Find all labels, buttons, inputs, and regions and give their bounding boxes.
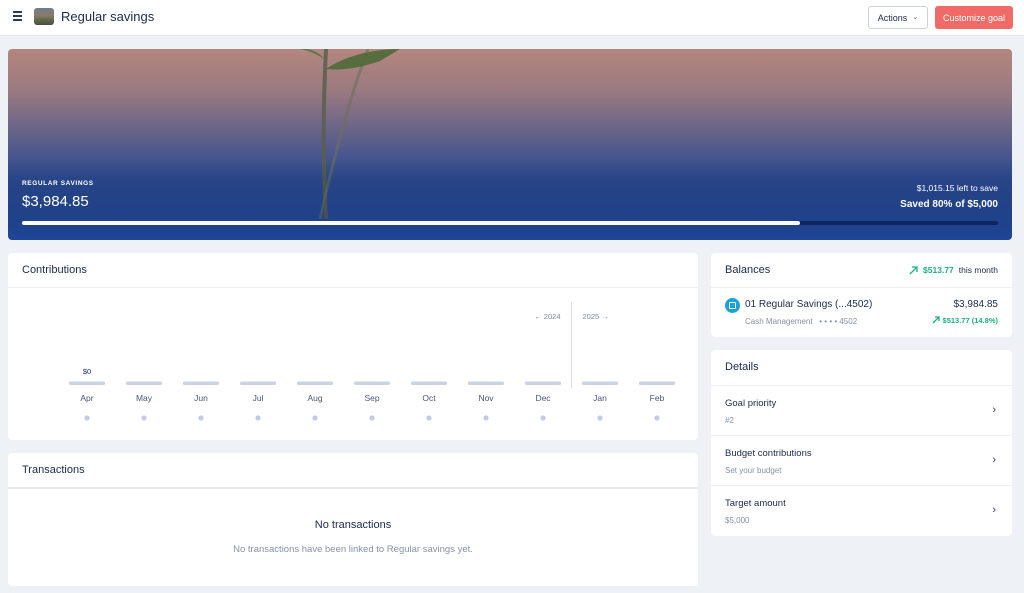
chevron-right-icon: › [992, 504, 996, 516]
goal-hero-banner: REGULAR SAVINGS $3,984.85 $1,015.15 left… [8, 49, 1012, 240]
contributions-chart: ← 2024 2025 → Apr May Jun Jul Aug Sep Oct Nov Dec J… [69, 302, 675, 421]
contribution-bar [468, 381, 504, 385]
contribution-bar [183, 381, 219, 385]
month-label: Oct [422, 393, 436, 403]
plant-background-image [8, 49, 1012, 240]
contribution-bar [525, 381, 561, 385]
monthly-change-amount: $513.77 [923, 265, 954, 275]
contribution-bar [240, 381, 276, 385]
contribution-bar [354, 381, 390, 385]
month-label: Sep [364, 393, 379, 403]
hero-left-to-save: $1,015.15 left to save [916, 183, 998, 193]
empty-state-title: No transactions [314, 519, 392, 531]
trend-up-icon [909, 265, 918, 274]
contribution-bar [69, 381, 105, 385]
transactions-card: Transactions No transactions No transact… [8, 453, 698, 586]
transactions-title: Transactions [22, 464, 85, 476]
divider [711, 287, 1012, 288]
account-subtitle: Cash Management • • • • 4502 [745, 317, 857, 326]
account-type: Cash Management [745, 317, 813, 326]
month-dot [198, 415, 204, 421]
customize-goal-button[interactable]: Customize goal [935, 6, 1013, 29]
contribution-bar [411, 381, 447, 385]
detail-label: Budget contributions [725, 448, 812, 459]
month-dot [426, 415, 432, 421]
bar-value-label: $0 [83, 367, 91, 376]
details-card: Details Goal priority #2 › Budget contri… [711, 350, 1012, 536]
goal-progress-bar [22, 221, 998, 225]
trend-up-icon [932, 316, 940, 324]
balances-title: Balances [725, 264, 771, 276]
month-label: Feb [650, 393, 665, 403]
actions-button[interactable]: Actions ⌄ [868, 6, 928, 29]
month-dot [654, 415, 660, 421]
month-label: May [136, 393, 153, 403]
chevron-right-icon: › [992, 404, 996, 416]
actions-label: Actions [877, 12, 908, 23]
month-dot [255, 415, 261, 421]
balances-card: Balances $513.77 this month 01 Regular S… [711, 253, 1012, 337]
hero-goal-label: REGULAR SAVINGS [22, 180, 94, 187]
contribution-bar [639, 381, 675, 385]
detail-value: Set your budget [725, 466, 782, 475]
details-title: Details [725, 361, 759, 373]
contribution-bar [297, 381, 333, 385]
goal-thumbnail [34, 8, 54, 25]
month-label: Nov [478, 393, 494, 403]
month-label: Jan [593, 393, 607, 403]
top-bar: Regular savings Actions ⌄ Customize goal [0, 0, 1024, 36]
goal-progress-fill [22, 221, 800, 225]
page-title: Regular savings [61, 9, 155, 24]
account-change-value: $513.77 (14.8%) [942, 316, 998, 325]
month-dot [483, 415, 489, 421]
empty-state-message: No transactions have been linked to Regu… [233, 544, 473, 555]
month-label: Jun [194, 393, 208, 403]
month-dot [597, 415, 603, 421]
contributions-card: Contributions ← 2024 2025 → Apr May Jun Jul Au… [8, 253, 698, 440]
hero-saved-percent: Saved 80% of $5,000 [900, 199, 998, 210]
month-dot [141, 415, 147, 421]
monthly-change: $513.77 this month [909, 265, 998, 275]
account-mask: • • • • 4502 [819, 317, 858, 326]
account-change: $513.77 (14.8%) [932, 316, 998, 325]
account-name[interactable]: 01 Regular Savings (...4502) [745, 299, 872, 310]
account-balance: $3,984.85 [953, 299, 999, 310]
year-label-previous: ← 2024 [534, 312, 560, 321]
month-label: Dec [535, 393, 551, 403]
detail-value: $5,000 [725, 516, 750, 525]
hero-saved-amount: $3,984.85 [22, 193, 89, 210]
month-label: Apr [80, 393, 93, 403]
detail-label: Target amount [725, 498, 786, 509]
hamburger-menu-icon[interactable] [13, 11, 23, 23]
chevron-right-icon: › [992, 454, 996, 466]
bank-account-icon [725, 298, 740, 313]
month-dot [84, 415, 90, 421]
monthly-change-label: this month [958, 265, 998, 275]
month-dot [540, 415, 546, 421]
month-label: Aug [307, 393, 322, 403]
year-label-next: 2025 → [583, 312, 609, 321]
month-label: Jul [253, 393, 264, 403]
month-dot [312, 415, 318, 421]
contribution-bar [126, 381, 162, 385]
detail-label: Goal priority [725, 398, 777, 409]
contributions-title: Contributions [22, 264, 87, 276]
detail-row-goal-priority[interactable]: Goal priority #2 › [711, 385, 1012, 435]
detail-value: #2 [725, 416, 734, 425]
month-dot [369, 415, 375, 421]
detail-row-target-amount[interactable]: Target amount $5,000 › [711, 485, 1012, 535]
divider [8, 487, 698, 489]
contribution-bar [582, 381, 618, 385]
chevron-down-icon: ⌄ [912, 13, 919, 21]
detail-row-budget-contributions[interactable]: Budget contributions Set your budget › [711, 435, 1012, 485]
